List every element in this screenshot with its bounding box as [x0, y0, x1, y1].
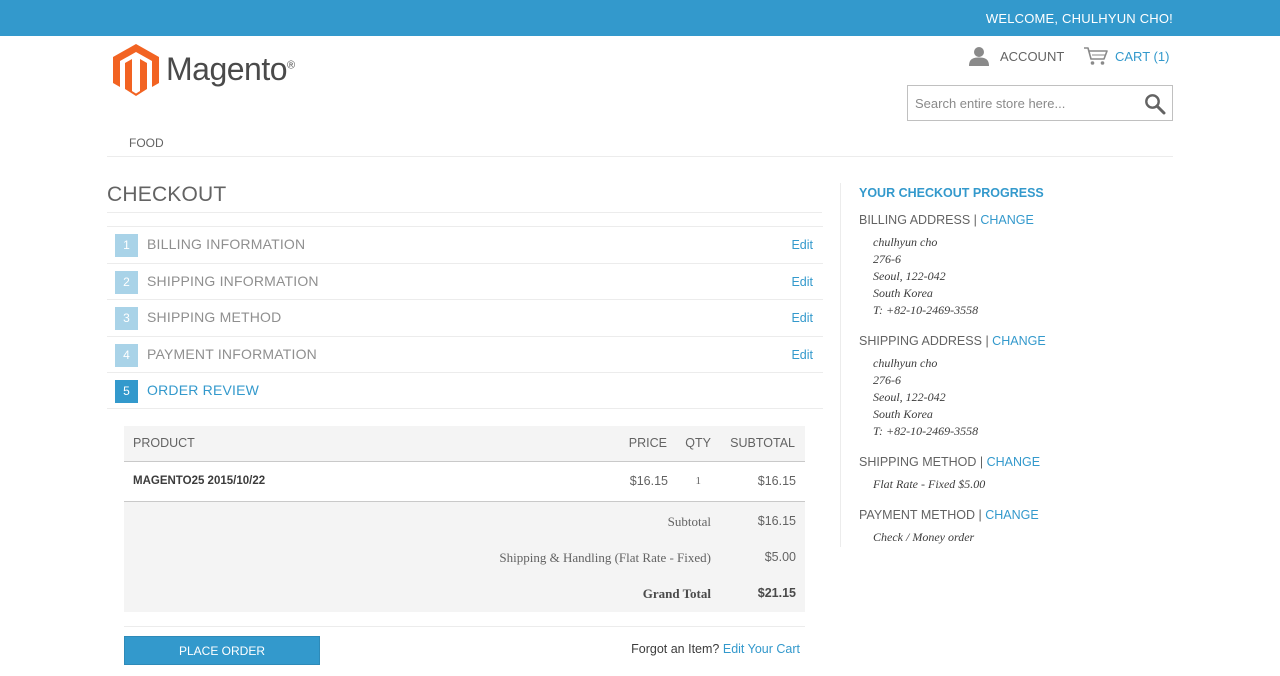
shipping-value: $5.00	[764, 550, 796, 564]
checkout-steps: 1 BILLING INFORMATION Edit 2 SHIPPING IN…	[107, 226, 823, 409]
separator: |	[985, 334, 989, 348]
column-header-price: PRICE	[628, 436, 667, 450]
step-number: 1	[115, 234, 138, 257]
welcome-message: WELCOME, CHULHYUN CHO!	[985, 11, 1173, 26]
step-label: SHIPPING INFORMATION	[147, 272, 319, 289]
step-label: PAYMENT INFORMATION	[147, 345, 317, 362]
edit-cart-link[interactable]: Edit Your Cart	[723, 642, 800, 656]
grand-total-label: Grand Total	[642, 586, 711, 601]
address-line: chulhyun cho	[873, 356, 938, 370]
grand-total-value: $21.15	[757, 586, 796, 600]
item-subtotal: $16.15	[757, 474, 796, 488]
section-label: BILLING ADDRESS	[859, 213, 971, 227]
edit-shipping-link[interactable]: Edit	[791, 275, 813, 289]
address-line: chulhyun cho	[873, 235, 938, 249]
cart-label: CART (1)	[1115, 48, 1170, 64]
edit-payment-link[interactable]: Edit	[791, 348, 813, 362]
step-number: 5	[115, 380, 138, 403]
search-icon[interactable]	[1144, 93, 1166, 115]
change-shipping-link[interactable]: CHANGE	[992, 334, 1045, 348]
step-shipping-method[interactable]: 3 SHIPPING METHOD Edit	[107, 299, 823, 336]
shipping-label: Shipping & Handling (Flat Rate - Fixed)	[499, 550, 711, 565]
table-header: PRODUCT PRICE QTY SUBTOTAL	[124, 426, 805, 462]
cart-icon	[1084, 47, 1108, 65]
shipping-address: chulhyun cho 276-6 Seoul, 122-042 South …	[873, 355, 978, 440]
payment-method-title: PAYMENT METHOD | CHANGE	[859, 508, 1039, 522]
shipping-address-title: SHIPPING ADDRESS | CHANGE	[859, 334, 1046, 348]
address-line: T: +82-10-2469-3558	[873, 303, 979, 317]
payment-method-value: Check / Money order	[873, 530, 975, 544]
column-header-qty: QTY	[685, 436, 711, 450]
search-input[interactable]	[908, 86, 1138, 120]
edit-shipping-method-link[interactable]: Edit	[791, 311, 813, 325]
step-label: ORDER REVIEW	[147, 382, 260, 398]
logo-text: Magento	[166, 51, 288, 87]
magento-logo[interactable]: Magento®	[113, 44, 298, 98]
registered-mark: ®	[287, 59, 295, 72]
step-number: 4	[115, 343, 138, 367]
forgot-item-text: Forgot an Item?	[631, 642, 720, 656]
step-number: 2	[115, 270, 138, 294]
checkout-progress-sidebar: YOUR CHECKOUT PROGRESS BILLING ADDRESS |…	[840, 183, 1140, 547]
item-price: $16.15	[629, 474, 668, 488]
shipping-method-title: SHIPPING METHOD | CHANGE	[859, 455, 1040, 469]
edit-billing-link[interactable]: Edit	[791, 238, 813, 252]
subtotal-value: $16.15	[757, 514, 796, 528]
account-link[interactable]: ACCOUNT	[968, 45, 1064, 67]
step-billing-information[interactable]: 1 BILLING INFORMATION Edit	[107, 226, 823, 263]
cart-link[interactable]: CART (1)	[1083, 45, 1169, 67]
change-shipping-method-link[interactable]: CHANGE	[987, 455, 1040, 469]
section-label: SHIPPING METHOD	[859, 455, 977, 469]
main-navigation: FOOD	[107, 130, 1173, 157]
step-label: BILLING INFORMATION	[147, 236, 306, 252]
address-line: Seoul, 122-042	[873, 390, 946, 404]
subtotal-label: Subtotal	[667, 514, 711, 529]
change-payment-method-link[interactable]: CHANGE	[985, 508, 1038, 522]
top-bar: WELCOME, CHULHYUN CHO!	[0, 0, 1280, 36]
step-number: 3	[115, 307, 138, 330]
separator: |	[978, 508, 982, 522]
column-header-product: PRODUCT	[133, 436, 195, 450]
search-box	[907, 85, 1173, 121]
section-label: PAYMENT METHOD	[859, 508, 975, 522]
address-line: South Korea	[873, 407, 933, 421]
address-line: T: +82-10-2469-3558	[873, 424, 979, 438]
address-line: 276-6	[873, 252, 901, 266]
progress-title: YOUR CHECKOUT PROGRESS	[859, 186, 1044, 200]
item-qty: 1	[695, 475, 702, 487]
separator: |	[979, 455, 984, 469]
billing-address: chulhyun cho 276-6 Seoul, 122-042 South …	[873, 234, 978, 319]
table-row: MAGENTO25 2015/10/22 $16.15 1 $16.15	[124, 462, 805, 502]
forgot-item: Forgot an Item? Edit Your Cart	[631, 642, 800, 656]
place-order-button[interactable]: PLACE ORDER	[124, 636, 320, 665]
step-order-review: 5 ORDER REVIEW	[107, 372, 823, 409]
column-header-subtotal: SUBTOTAL	[730, 436, 795, 450]
order-review-table: PRODUCT PRICE QTY SUBTOTAL MAGENTO25 201…	[124, 426, 805, 612]
user-icon	[969, 47, 989, 66]
nav-item-food[interactable]: FOOD	[129, 136, 164, 150]
step-payment-information[interactable]: 4 PAYMENT INFORMATION Edit	[107, 335, 823, 373]
order-totals: Subtotal $16.15 Shipping & Handling (Fla…	[124, 502, 805, 612]
section-label: SHIPPING ADDRESS	[859, 334, 982, 348]
billing-address-title: BILLING ADDRESS | CHANGE	[859, 213, 1034, 227]
divider	[107, 212, 822, 213]
account-label: ACCOUNT	[1000, 48, 1065, 64]
step-shipping-information[interactable]: 2 SHIPPING INFORMATION Edit	[107, 262, 823, 300]
logo-wordmark: Magento®	[166, 51, 295, 88]
separator: |	[973, 213, 977, 227]
step-label: SHIPPING METHOD	[147, 309, 282, 325]
divider	[124, 626, 805, 627]
address-line: South Korea	[873, 286, 933, 300]
change-billing-link[interactable]: CHANGE	[980, 213, 1033, 227]
shipping-method-value: Flat Rate - Fixed $5.00	[873, 477, 986, 491]
magento-logo-icon	[113, 44, 159, 96]
address-line: Seoul, 122-042	[873, 269, 946, 283]
product-name: MAGENTO25 2015/10/22	[133, 475, 266, 487]
page-title: CHECKOUT	[107, 183, 227, 206]
address-line: 276-6	[873, 373, 901, 387]
